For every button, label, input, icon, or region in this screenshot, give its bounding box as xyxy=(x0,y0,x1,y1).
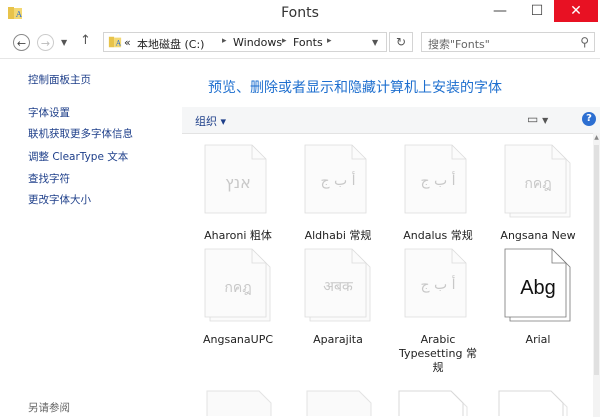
font-tile[interactable]: Abg Arial xyxy=(494,247,582,365)
search-icon[interactable]: ⚲ xyxy=(580,35,589,49)
breadcrumb-item-windows[interactable]: Windows xyxy=(233,36,282,49)
breadcrumb-separator-icon[interactable]: ▸ xyxy=(282,36,287,46)
forward-arrow-icon[interactable]: → xyxy=(37,34,54,51)
font-name-label: Arabic Typesetting 常规 xyxy=(399,333,477,374)
breadcrumb-item-local-disk[interactable]: 本地磁盘 (C:) xyxy=(137,36,204,52)
breadcrumb-item-fonts[interactable]: Fonts xyxy=(293,36,323,49)
change-font-size-link[interactable]: 更改字体大小 xyxy=(28,192,91,207)
title-bar: A Fonts — ☐ ✕ xyxy=(0,0,600,28)
address-dropdown-icon[interactable]: ▼ xyxy=(372,38,378,47)
scroll-up-icon[interactable]: ▲ xyxy=(593,134,600,141)
font-tile[interactable]: अबक Aparajita xyxy=(294,247,382,365)
chevron-down-icon: ▼ xyxy=(542,116,549,125)
font-sample-glyphs: กคฎ xyxy=(224,280,252,296)
view-options-button[interactable]: ▭ ▼ xyxy=(527,112,548,126)
back-arrow-icon[interactable]: ← xyxy=(13,34,30,51)
find-character-link[interactable]: 查找字符 xyxy=(28,171,70,186)
font-tile[interactable]: กคฎ Angsana New xyxy=(494,143,582,261)
search-input[interactable]: 搜索"Fonts" ⚲ xyxy=(421,32,595,52)
control-panel-home-link[interactable]: 控制面板主页 xyxy=(28,72,91,87)
view-icon: ▭ xyxy=(527,112,539,126)
font-sample-glyphs: Abg xyxy=(520,277,556,299)
address-toolbar: ← → ▼ ↑ A « 本地磁盘 (C:) ▸ Windows ▸ Fonts … xyxy=(0,28,600,59)
chevron-down-icon[interactable]: ▼ xyxy=(61,38,67,47)
breadcrumb-separator-icon[interactable]: ▸ xyxy=(327,36,332,46)
task-pane: 控制面板主页 字体设置 联机获取更多字体信息 调整 ClearType 文本 查… xyxy=(0,58,180,417)
font-sample-glyphs: กคฎ xyxy=(524,176,552,192)
breadcrumb-overflow[interactable]: « xyxy=(124,36,131,49)
font-name-label: Aparajita xyxy=(313,333,363,346)
command-bar: 组织 ▾ ▭ ▼ ? xyxy=(182,107,600,134)
up-arrow-icon[interactable]: ↑ xyxy=(80,33,91,48)
font-name-label: Arial xyxy=(525,333,551,346)
minimize-button[interactable]: — xyxy=(482,0,518,22)
see-also-heading: 另请参阅 xyxy=(28,402,70,414)
help-button[interactable]: ? xyxy=(582,112,596,126)
font-tile[interactable]: أ ب ج Andalus 常规 xyxy=(394,143,482,261)
folder-fonts-icon: A xyxy=(108,36,122,48)
font-sample-glyphs: أ ب ج xyxy=(420,173,456,189)
font-name-label: Aharoni 粗体 xyxy=(204,229,272,242)
page-title: 预览、删除或者显示和隐藏计算机上安装的字体 xyxy=(208,80,502,96)
font-tile[interactable]: กคฎ AngsanaUPC xyxy=(194,247,282,365)
font-settings-link[interactable]: 字体设置 xyxy=(28,105,70,120)
adjust-cleartype-link[interactable]: 调整 ClearType 文本 xyxy=(28,149,128,164)
font-name-label: Andalus 常规 xyxy=(403,229,473,242)
font-name-label: Aldhabi 常规 xyxy=(304,229,372,242)
organize-button[interactable]: 组织 ▾ xyxy=(195,113,226,129)
vertical-scrollbar[interactable]: ▲ xyxy=(593,133,600,417)
partial-font-tiles xyxy=(206,390,568,416)
address-field[interactable]: A « 本地磁盘 (C:) ▸ Windows ▸ Fonts ▸ ▼ xyxy=(103,32,387,52)
search-placeholder: 搜索"Fonts" xyxy=(428,38,490,51)
font-name-label: AngsanaUPC xyxy=(202,333,274,346)
get-font-info-online-link[interactable]: 联机获取更多字体信息 xyxy=(28,126,133,141)
font-sample-glyphs: أ ب ج xyxy=(320,173,356,189)
refresh-button[interactable]: ↻ xyxy=(389,32,413,52)
font-sample-glyphs: אנץ xyxy=(225,173,251,192)
font-tile[interactable]: أ ب ج Arabic Typesetting 常规 xyxy=(394,247,482,374)
font-name-label: Angsana New xyxy=(500,229,576,242)
scrollbar-thumb[interactable] xyxy=(594,145,599,375)
font-sample-glyphs: أ ب ج xyxy=(420,277,456,293)
close-button[interactable]: ✕ xyxy=(554,0,598,22)
font-sample-glyphs: अबक xyxy=(323,279,353,295)
font-tile[interactable]: أ ب ج Aldhabi 常规 xyxy=(294,143,382,261)
maximize-button[interactable]: ☐ xyxy=(522,0,552,22)
svg-text:A: A xyxy=(115,40,122,48)
font-tile[interactable]: אנץ Aharoni 粗体 xyxy=(194,143,282,261)
breadcrumb-separator-icon[interactable]: ▸ xyxy=(222,36,227,46)
